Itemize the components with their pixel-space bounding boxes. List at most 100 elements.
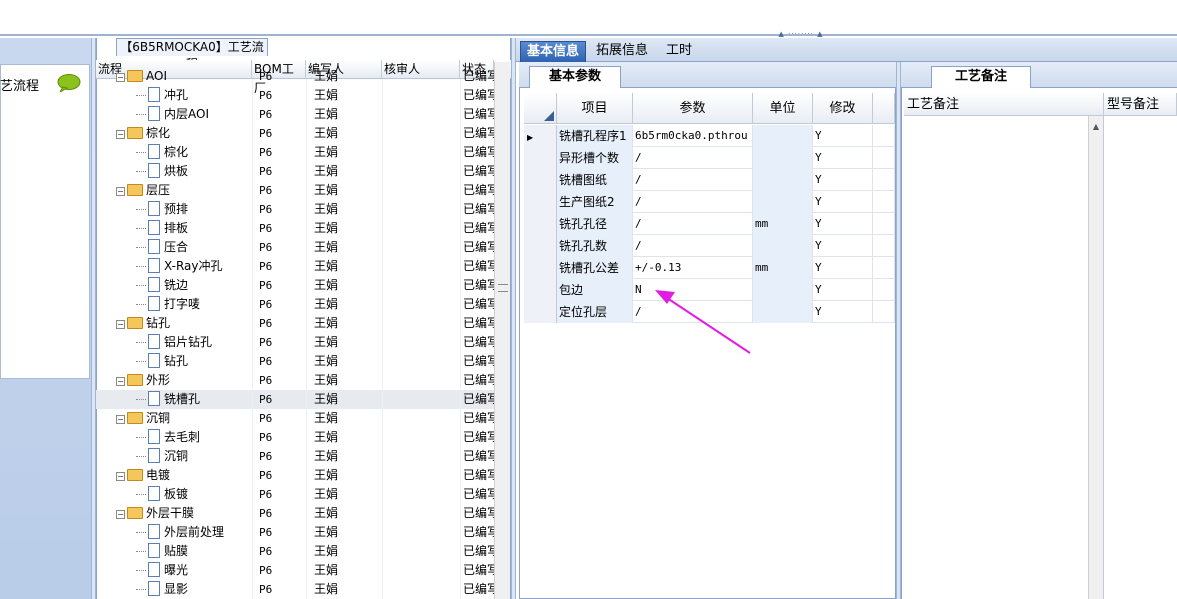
param-unit[interactable] bbox=[753, 191, 813, 213]
remarks-scrollbar[interactable]: ▲ bbox=[1088, 116, 1103, 599]
collapse-toggle-icon[interactable]: − bbox=[116, 415, 125, 424]
tree-row[interactable]: 曝光 P6 王娟 已编写 bbox=[96, 561, 496, 580]
tab-extended-info[interactable]: 拓展信息 bbox=[590, 41, 654, 62]
collapse-toggle-icon[interactable]: − bbox=[116, 377, 125, 386]
param-item[interactable]: 定位孔层 bbox=[557, 301, 633, 323]
param-value[interactable]: / bbox=[633, 147, 753, 169]
row-indicator[interactable] bbox=[524, 279, 557, 301]
row-indicator[interactable]: ▶ bbox=[524, 125, 557, 147]
middle-splitter[interactable] bbox=[511, 38, 516, 599]
param-unit[interactable] bbox=[753, 235, 813, 257]
tree-row[interactable]: − 外形 P6 王娟 已编写 bbox=[96, 371, 496, 390]
collapse-toggle-icon[interactable]: − bbox=[116, 510, 125, 519]
row-indicator[interactable] bbox=[524, 235, 557, 257]
tree-row[interactable]: 贴膜 P6 王娟 已编写 bbox=[96, 542, 496, 561]
top-splitter-grip[interactable]: ▲ ········ ▲ bbox=[766, 30, 836, 38]
tree-row[interactable]: 钻孔 P6 王娟 已编写 bbox=[96, 352, 496, 371]
tree-row[interactable]: 内层AOI P6 王娟 已编写 bbox=[96, 105, 496, 124]
param-modify[interactable]: Y bbox=[813, 213, 873, 235]
param-value[interactable]: / bbox=[633, 213, 753, 235]
param-value[interactable]: / bbox=[633, 169, 753, 191]
param-item[interactable]: 铣孔孔径 bbox=[557, 213, 633, 235]
tree-row[interactable]: 冲孔 P6 王娟 已编写 bbox=[96, 86, 496, 105]
grid-col-item[interactable]: 项目 bbox=[557, 93, 633, 124]
param-modify[interactable]: Y bbox=[813, 125, 873, 147]
param-row[interactable]: 生产图纸2/ Y bbox=[524, 191, 895, 213]
tree-row[interactable]: 显影 P6 王娟 已编写 bbox=[96, 580, 496, 599]
param-unit[interactable]: mm bbox=[753, 213, 813, 235]
tree-row[interactable]: − 层压 P6 王娟 已编写 bbox=[96, 181, 496, 200]
grid-col-unit[interactable]: 单位 bbox=[753, 93, 813, 124]
param-unit[interactable] bbox=[753, 301, 813, 323]
tree-row[interactable]: − 沉铜 P6 王娟 已编写 bbox=[96, 409, 496, 428]
tree-row[interactable]: − 电镀 P6 王娟 已编写 bbox=[96, 466, 496, 485]
param-row[interactable]: ▶ 铣槽孔程序1 6b5rm0cka0.pthrou Y bbox=[524, 125, 895, 147]
row-indicator[interactable] bbox=[524, 257, 557, 279]
param-unit[interactable] bbox=[753, 147, 813, 169]
param-item[interactable]: 异形槽个数 bbox=[557, 147, 633, 169]
tree-row[interactable]: X-Ray冲孔 P6 王娟 已编写 bbox=[96, 257, 496, 276]
tree-row[interactable]: 板镀 P6 王娟 已编写 bbox=[96, 485, 496, 504]
tree-row[interactable]: 去毛刺 P6 王娟 已编写 bbox=[96, 428, 496, 447]
param-item[interactable]: 铣槽孔公差 bbox=[557, 257, 633, 279]
tree-row[interactable]: 排板 P6 王娟 已编写 bbox=[96, 219, 496, 238]
param-unit[interactable] bbox=[753, 125, 813, 147]
param-item[interactable]: 铣孔孔数 bbox=[557, 235, 633, 257]
tree-row[interactable]: 铣槽孔 P6 王娟 已编写 bbox=[96, 390, 496, 409]
param-item[interactable]: 生产图纸2 bbox=[557, 191, 633, 213]
collapse-toggle-icon[interactable]: − bbox=[116, 73, 125, 82]
model-remarks-area[interactable] bbox=[1103, 116, 1177, 599]
tree-vertical-scrollbar[interactable] bbox=[494, 62, 510, 599]
tree-row[interactable]: 打字唛 P6 王娟 已编写 bbox=[96, 295, 496, 314]
grid-col-modify[interactable]: 修改 bbox=[813, 93, 873, 124]
param-value[interactable]: 6b5rm0cka0.pthrou bbox=[633, 125, 753, 147]
grid-col-param[interactable]: 参数 bbox=[633, 93, 753, 124]
param-modify[interactable]: Y bbox=[813, 169, 873, 191]
tree-row[interactable]: 铝片钻孔 P6 王娟 已编写 bbox=[96, 333, 496, 352]
param-value[interactable]: / bbox=[633, 191, 753, 213]
row-indicator[interactable] bbox=[524, 169, 557, 191]
chat-bubble-icon[interactable] bbox=[57, 74, 81, 92]
param-unit[interactable] bbox=[753, 169, 813, 191]
subtab-process-remarks[interactable]: 工艺备注 bbox=[931, 66, 1031, 88]
scroll-grip-icon[interactable] bbox=[498, 284, 508, 292]
param-item[interactable]: 铣槽图纸 bbox=[557, 169, 633, 191]
row-indicator[interactable] bbox=[524, 147, 557, 169]
tree-row[interactable]: 烘板 P6 王娟 已编写 bbox=[96, 162, 496, 181]
remarks-col-process[interactable]: 工艺备注 bbox=[904, 93, 1104, 116]
subtab-basic-params[interactable]: 基本参数 bbox=[529, 66, 621, 88]
param-modify[interactable]: Y bbox=[813, 279, 873, 301]
tree-row[interactable]: − 外层干膜 P6 王娟 已编写 bbox=[96, 504, 496, 523]
param-modify[interactable]: Y bbox=[813, 301, 873, 323]
tree-row[interactable]: 棕化 P6 王娟 已编写 bbox=[96, 143, 496, 162]
row-indicator[interactable] bbox=[524, 191, 557, 213]
tree-row[interactable]: 外层前处理 P6 王娟 已编写 bbox=[96, 523, 496, 542]
remarks-scroll-up-icon[interactable]: ▲ bbox=[1089, 122, 1103, 131]
tab-basic-info[interactable]: 基本信息 bbox=[520, 41, 587, 62]
left-panel-label[interactable]: 艺流程 bbox=[0, 75, 39, 94]
param-modify[interactable]: Y bbox=[813, 235, 873, 257]
tree-row[interactable]: 预排 P6 王娟 已编写 bbox=[96, 200, 496, 219]
remarks-col-model[interactable]: 型号备注 bbox=[1104, 93, 1177, 116]
tab-work-hours[interactable]: 工时 bbox=[660, 41, 698, 62]
param-row[interactable]: 铣槽图纸 / Y bbox=[524, 169, 895, 191]
param-modify[interactable]: Y bbox=[813, 191, 873, 213]
tree-row[interactable]: 铣边 P6 王娟 已编写 bbox=[96, 276, 496, 295]
param-modify[interactable]: Y bbox=[813, 257, 873, 279]
collapse-toggle-icon[interactable]: − bbox=[116, 472, 125, 481]
collapse-toggle-icon[interactable]: − bbox=[116, 320, 125, 329]
param-unit[interactable] bbox=[753, 279, 813, 301]
row-indicator[interactable] bbox=[524, 301, 557, 323]
collapse-toggle-icon[interactable]: − bbox=[116, 130, 125, 139]
param-row[interactable]: 异形槽个数 / Y bbox=[524, 147, 895, 169]
tree-row[interactable]: − 钻孔 P6 王娟 已编写 bbox=[96, 314, 496, 333]
param-row[interactable]: 铣槽孔公差 +/-0.13 mm Y bbox=[524, 257, 895, 279]
tree-row[interactable]: 压合 P6 王娟 已编写 bbox=[96, 238, 496, 257]
param-value[interactable]: +/-0.13 bbox=[633, 257, 753, 279]
tree-row[interactable]: − 棕化 P6 王娟 已编写 bbox=[96, 124, 496, 143]
tree-row[interactable]: 沉铜 P6 王娟 已编写 bbox=[96, 447, 496, 466]
param-row[interactable]: 铣孔孔数 / Y bbox=[524, 235, 895, 257]
param-value[interactable]: / bbox=[633, 235, 753, 257]
collapse-toggle-icon[interactable]: − bbox=[116, 187, 125, 196]
tree-row[interactable]: − AOI P6 王娟 已编写 bbox=[96, 67, 496, 86]
